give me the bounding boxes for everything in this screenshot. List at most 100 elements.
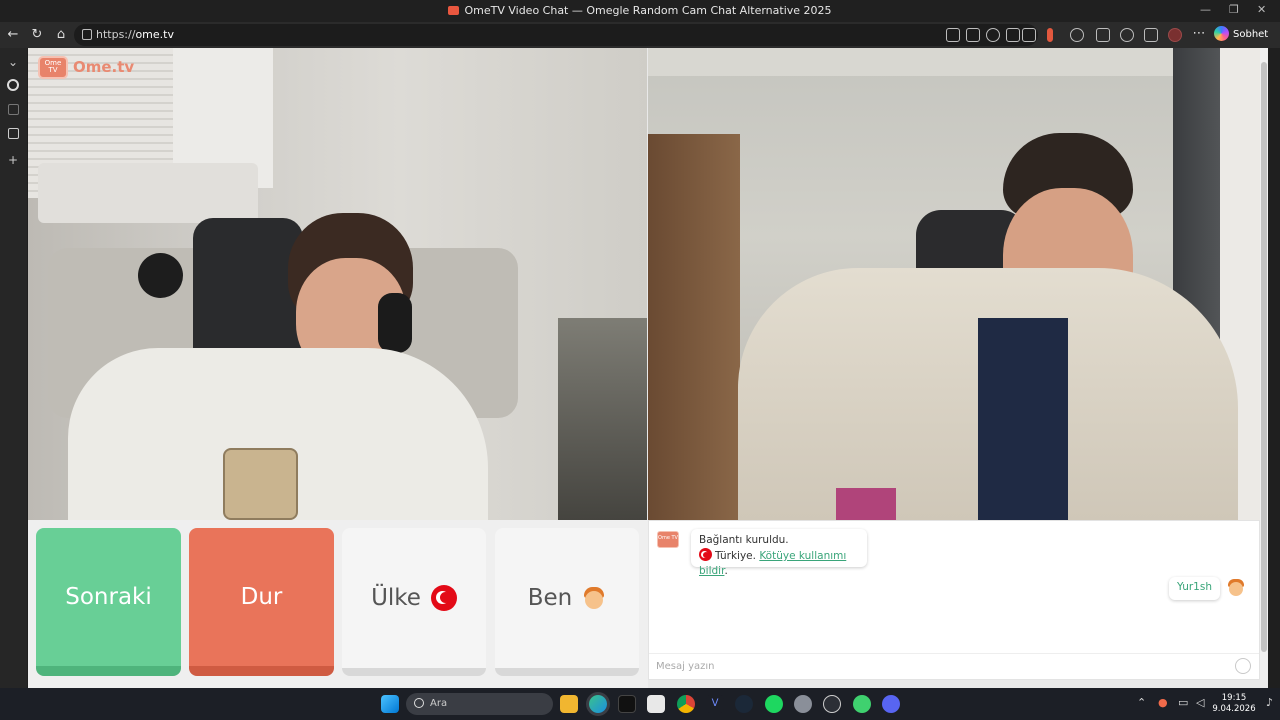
back-icon[interactable]: ←: [4, 26, 22, 44]
camera-in-use-icon[interactable]: [1022, 28, 1036, 42]
window-titlebar: OmeTV Video Chat — Omegle Random Cam Cha…: [0, 0, 1280, 22]
favorite-star-icon[interactable]: [1006, 28, 1020, 42]
chrome-icon[interactable]: [677, 695, 695, 713]
visual-studio-icon[interactable]: ᐯ: [706, 695, 724, 713]
spotify-icon[interactable]: [765, 695, 783, 713]
next-button-label: Sonraki: [65, 584, 152, 610]
country-line: Türkiye. Kötüye kullanımı bildir.: [699, 548, 847, 577]
next-button[interactable]: Sonraki: [36, 528, 181, 676]
extension-icon[interactable]: [1047, 28, 1053, 42]
network-icon[interactable]: ▭: [1178, 696, 1188, 709]
message-input[interactable]: Mesaj yazın: [649, 653, 1259, 679]
ceiling-molding: [648, 48, 1260, 76]
tab-favicon-icon: [448, 6, 460, 15]
bag: [558, 318, 647, 520]
browser-sidebar: ⌄ +: [0, 48, 27, 688]
my-message: Yur1sh: [1169, 577, 1220, 600]
boy-avatar-icon: [582, 585, 606, 611]
door: [648, 134, 740, 520]
restore-icon[interactable]: ❐: [1229, 3, 1239, 16]
pillow: [836, 488, 896, 520]
store-icon[interactable]: [647, 695, 665, 713]
extensions-icon[interactable]: [1070, 28, 1084, 42]
my-avatar: [1227, 577, 1245, 601]
stop-button[interactable]: Dur: [189, 528, 334, 676]
add-icon[interactable]: +: [6, 153, 20, 167]
control-panel: Sonraki Dur Ülke Ben: [28, 520, 648, 688]
tray-chevron-icon[interactable]: ⌃: [1137, 696, 1146, 709]
taskbar-search[interactable]: Ara: [406, 693, 553, 715]
remote-video: [648, 48, 1260, 520]
connection-status: Bağlantı kuruldu.: [699, 534, 789, 546]
headboard: [38, 163, 258, 223]
headphones: [378, 293, 412, 353]
shirt: [978, 318, 1068, 520]
boy-avatar-icon: [1227, 577, 1245, 597]
emoji-icon[interactable]: [1235, 658, 1251, 674]
window-title: OmeTV Video Chat — Omegle Random Cam Cha…: [0, 4, 1280, 17]
local-video: Ome TV Ome.tv: [28, 48, 647, 520]
app-available-icon[interactable]: [946, 28, 960, 42]
country-button[interactable]: Ülke: [342, 528, 486, 676]
country-button-label: Ülke: [371, 585, 421, 611]
copilot-button[interactable]: Sobhet et: [1214, 25, 1276, 60]
app-icon[interactable]: [823, 695, 841, 713]
tab-icon[interactable]: [8, 104, 19, 115]
file-explorer-icon[interactable]: [560, 695, 578, 713]
messenger-icon[interactable]: [853, 695, 871, 713]
refresh-icon[interactable]: ↻: [28, 26, 46, 44]
scrollbar-thumb[interactable]: [1261, 62, 1267, 652]
screenshot-icon[interactable]: [1144, 28, 1158, 42]
taskbar-clock[interactable]: 19:15 9.04.2026: [1212, 693, 1256, 715]
ometv-logo-text: Ome.tv: [73, 58, 135, 76]
system-message: Bağlantı kuruldu. Türkiye. Kötüye kullan…: [691, 529, 867, 577]
close-icon[interactable]: ✕: [1257, 3, 1266, 16]
clock-time: 19:15: [1221, 693, 1247, 703]
home-icon[interactable]: ⌂: [52, 26, 70, 44]
lock-icon[interactable]: [82, 29, 92, 40]
discord-icon[interactable]: [882, 695, 900, 713]
chat-panel: Ome TV Bağlantı kuruldu. Türkiye. Kötüye…: [648, 520, 1260, 680]
me-button[interactable]: Ben: [495, 528, 639, 676]
record-icon[interactable]: [7, 79, 19, 91]
more-menu-icon[interactable]: ⋯: [1190, 25, 1208, 43]
url-text[interactable]: https://ome.tv: [96, 28, 174, 41]
tracking-icon[interactable]: [986, 28, 1000, 42]
settings-icon[interactable]: [794, 695, 812, 713]
partner-country: Türkiye.: [715, 550, 756, 562]
me-button-label: Ben: [527, 585, 573, 611]
windows-start-icon[interactable]: [381, 695, 399, 713]
window-title-text: OmeTV Video Chat — Omegle Random Cam Cha…: [464, 4, 832, 17]
collapse-chevron-icon[interactable]: ⌄: [6, 55, 20, 69]
edge-icon[interactable]: [589, 695, 607, 713]
message-input-placeholder: Mesaj yazın: [656, 661, 715, 672]
search-icon: [414, 698, 424, 708]
page: Ome TV Ome.tv Sonraki Dur Ülke Ben Ome T…: [28, 48, 1268, 688]
tiktok-icon[interactable]: [618, 695, 636, 713]
history-icon[interactable]: [1120, 28, 1134, 42]
copilot-icon: [1214, 26, 1229, 41]
phone: [223, 448, 298, 520]
my-name: Yur1sh: [1177, 581, 1212, 593]
profile-avatar-icon[interactable]: [1168, 28, 1182, 42]
steam-icon[interactable]: [735, 695, 753, 713]
clock-date: 9.04.2026: [1212, 704, 1256, 714]
cat: [138, 253, 183, 298]
turkey-flag-icon: [699, 548, 712, 561]
search-placeholder: Ara: [430, 698, 448, 709]
notification-bell-icon[interactable]: ♪: [1266, 696, 1273, 709]
translate-icon[interactable]: [966, 28, 980, 42]
taskbar: Ara ᐯ ⌃ ● ▭ ◁ 19:15 9.04.2026 ♪: [0, 688, 1280, 720]
minimize-icon[interactable]: —: [1200, 3, 1211, 16]
browser-toolbar: ← ↻ ⌂ https://ome.tv ⋯ Sobhet et: [0, 22, 1280, 60]
address-bar[interactable]: https://ome.tv: [74, 24, 1038, 46]
favorites-icon[interactable]: [1096, 28, 1110, 42]
ometv-bot-icon: Ome TV: [657, 531, 679, 548]
stop-button-label: Dur: [240, 584, 283, 610]
volume-icon[interactable]: ◁: [1196, 696, 1204, 709]
ometv-logo-icon-text: Ome TV: [44, 59, 62, 74]
calendar-icon[interactable]: [8, 128, 19, 139]
turkey-flag-icon: [430, 585, 457, 611]
microphone-icon[interactable]: ●: [1158, 696, 1168, 709]
page-scrollbar[interactable]: [1260, 48, 1268, 680]
